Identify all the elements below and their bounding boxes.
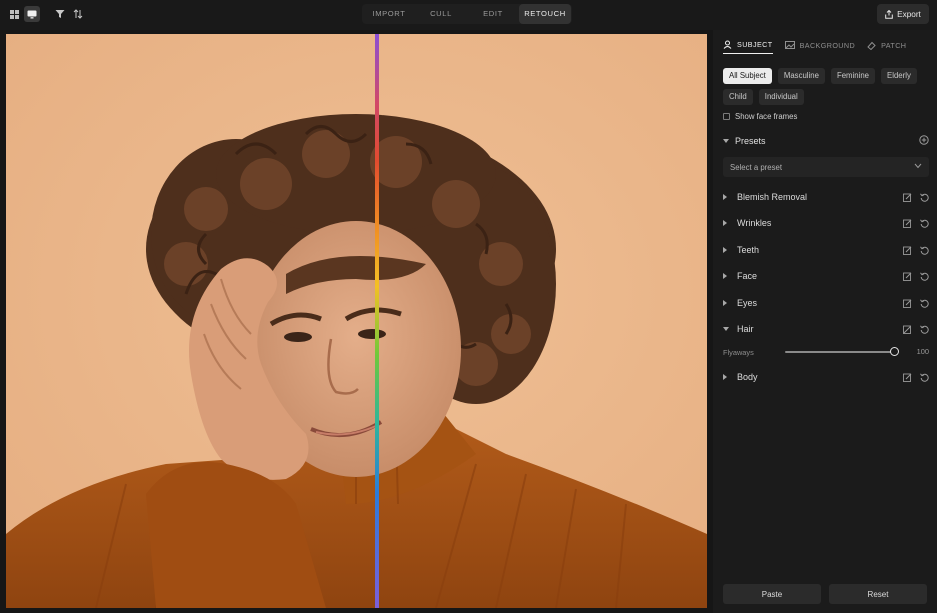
section-label: Blemish Removal: [737, 192, 808, 202]
filter-icon: [55, 10, 65, 18]
tab-background-label: BACKGROUND: [799, 40, 856, 50]
chevron-right-icon: [723, 194, 733, 200]
edit-icon[interactable]: [903, 373, 912, 382]
show-face-frames-label: Show face frames: [735, 112, 798, 121]
monitor-icon: [27, 10, 37, 18]
flyaways-slider-track[interactable]: [785, 351, 895, 353]
section-label: Wrinkles: [737, 218, 772, 228]
chevron-down-icon: [723, 326, 733, 332]
chip-individual[interactable]: Individual: [758, 89, 804, 105]
reset-button[interactable]: Reset: [829, 584, 927, 604]
tab-subject[interactable]: SUBJECT: [723, 36, 773, 54]
eraser-icon: [867, 41, 876, 50]
chevron-right-icon: [723, 273, 733, 279]
subject-filter-chips: All Subject Masculine Feminine Elderly C…: [723, 68, 929, 105]
section-label: Teeth: [737, 245, 760, 255]
tab-background[interactable]: BACKGROUND: [784, 36, 856, 54]
image-icon: [784, 41, 795, 49]
reset-icon[interactable]: [920, 219, 929, 228]
tab-retouch[interactable]: RETOUCH: [519, 4, 571, 24]
section-label: Body: [737, 372, 758, 382]
reset-icon[interactable]: [920, 193, 929, 202]
panel-tabs: SUBJECT BACKGROUND PATCH: [723, 36, 906, 54]
presets-header[interactable]: Presets: [723, 134, 929, 148]
edit-icon[interactable]: [903, 272, 912, 281]
chip-feminine[interactable]: Feminine: [830, 68, 876, 84]
reset-icon[interactable]: [920, 272, 929, 281]
chip-masculine[interactable]: Masculine: [777, 68, 825, 84]
show-face-frames-row[interactable]: Show face frames: [723, 112, 797, 121]
export-button[interactable]: Export: [877, 4, 929, 24]
section-eyes[interactable]: Eyes: [723, 295, 929, 311]
flyaways-slider-row: Flyaways 100: [723, 345, 929, 359]
presets-label: Presets: [735, 136, 766, 146]
section-label: Eyes: [737, 298, 758, 308]
before-after-split-line[interactable]: [375, 34, 379, 608]
mode-tabs: IMPORT CULL EDIT RETOUCH: [362, 4, 572, 24]
section-body[interactable]: Body: [723, 369, 929, 385]
flyaways-label: Flyaways: [723, 347, 754, 357]
edit-icon[interactable]: [903, 299, 912, 308]
preset-select[interactable]: Select a preset: [723, 157, 929, 177]
chip-all-subject[interactable]: All Subject: [723, 68, 772, 84]
edit-icon[interactable]: [903, 193, 912, 202]
tab-edit[interactable]: EDIT: [467, 4, 519, 24]
tab-subject-label: SUBJECT: [737, 40, 773, 49]
tab-patch[interactable]: PATCH: [867, 36, 906, 54]
reset-icon[interactable]: [920, 299, 929, 308]
show-face-frames-checkbox[interactable]: [723, 113, 730, 120]
section-label: Face: [737, 271, 758, 281]
chevron-down-icon: [723, 136, 729, 146]
tab-import[interactable]: IMPORT: [363, 4, 415, 24]
plus-circle-icon: [919, 135, 929, 145]
sort-button[interactable]: [70, 6, 86, 22]
section-label: Hair: [737, 324, 754, 334]
section-face[interactable]: Face: [723, 268, 929, 284]
chip-elderly[interactable]: Elderly: [881, 68, 917, 84]
reset-icon[interactable]: [920, 325, 929, 334]
top-toolbar: IMPORT CULL EDIT RETOUCH Export: [0, 0, 937, 30]
edit-icon[interactable]: [903, 246, 912, 255]
chevron-down-icon: [914, 163, 922, 169]
section-wrinkles[interactable]: Wrinkles: [723, 215, 929, 231]
section-blemish-removal[interactable]: Blemish Removal: [723, 189, 929, 205]
retouch-panel: SUBJECT BACKGROUND PATCH All Subject Mas…: [713, 30, 937, 613]
chevron-right-icon: [723, 300, 733, 306]
reset-icon[interactable]: [920, 373, 929, 382]
single-view-button[interactable]: [24, 6, 40, 22]
grid-icon: [9, 9, 19, 19]
tab-cull[interactable]: CULL: [415, 4, 467, 24]
sort-icon: [73, 9, 83, 19]
grid-view-button[interactable]: [6, 6, 22, 22]
reset-icon[interactable]: [920, 246, 929, 255]
tab-patch-label: PATCH: [881, 40, 907, 50]
chevron-right-icon: [723, 247, 733, 253]
chevron-right-icon: [723, 374, 733, 380]
photo-canvas[interactable]: [6, 34, 707, 608]
person-icon: [723, 40, 732, 49]
paste-button[interactable]: Paste: [723, 584, 821, 604]
portrait-image: [6, 34, 707, 608]
export-label: Export: [897, 9, 921, 19]
chevron-right-icon: [723, 220, 733, 226]
edit-icon[interactable]: [903, 219, 912, 228]
chip-child[interactable]: Child: [723, 89, 753, 105]
flyaways-value: 100: [916, 347, 929, 356]
filter-button[interactable]: [52, 6, 68, 22]
section-teeth[interactable]: Teeth: [723, 242, 929, 258]
section-hair[interactable]: Hair: [723, 321, 929, 337]
add-preset-button[interactable]: [919, 135, 929, 147]
edit-applied-icon[interactable]: [903, 325, 912, 334]
export-icon: [885, 9, 893, 19]
preset-select-placeholder: Select a preset: [730, 162, 783, 172]
flyaways-slider-handle[interactable]: [890, 347, 899, 356]
